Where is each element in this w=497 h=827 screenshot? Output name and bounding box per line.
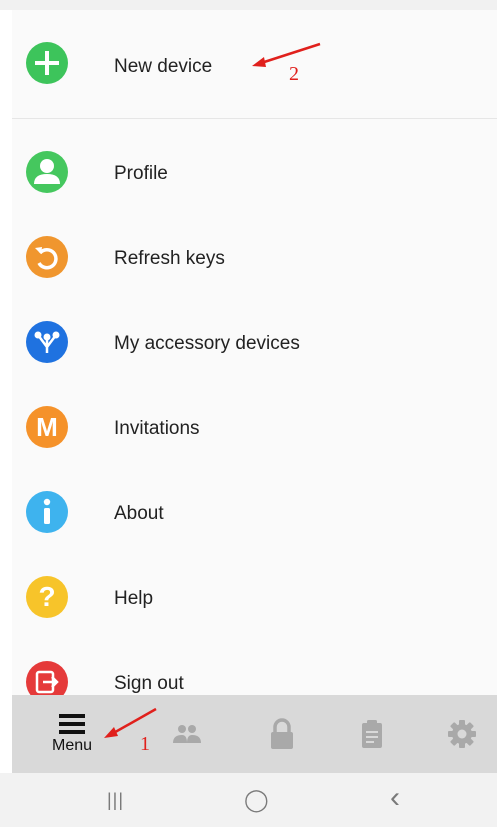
sign-out-icon	[26, 661, 68, 695]
icon-glyph: M	[36, 411, 58, 442]
annotation-arrow-1	[104, 707, 157, 738]
system-navigation-bar: ||| ◯ ‹	[0, 773, 497, 827]
recents-button[interactable]: |||	[107, 790, 124, 811]
menu-icon	[59, 714, 85, 734]
icon-glyph: ?	[38, 581, 56, 612]
menu-item-label: Profile	[114, 163, 168, 184]
refresh-icon	[26, 236, 68, 278]
plus-icon	[26, 42, 68, 84]
menu-item-label: About	[114, 503, 164, 524]
nav-lock[interactable]	[262, 695, 302, 773]
menu-item-sign-out[interactable]: Sign out	[12, 643, 497, 695]
menu-item-about[interactable]: About	[12, 473, 497, 553]
menu-item-label: New device	[114, 56, 213, 77]
menu-item-label: Sign out	[114, 673, 184, 694]
annotation-number-2: 2	[289, 63, 299, 85]
menu-panel: New device Profile Refresh keys My acces…	[12, 10, 497, 695]
question-icon: ?	[26, 576, 68, 618]
menu-item-help[interactable]: ? Help	[12, 558, 497, 638]
menu-item-accessory-devices[interactable]: My accessory devices	[12, 303, 497, 383]
menu-item-label: My accessory devices	[114, 333, 300, 354]
annotation-number-1: 1	[140, 733, 150, 755]
menu-item-label: Help	[114, 588, 154, 609]
nav-menu-label: Menu	[51, 737, 93, 754]
nav-menu[interactable]: Menu	[42, 695, 102, 773]
accessory-devices-icon	[26, 321, 68, 363]
menu-item-invitations[interactable]: M Invitations	[12, 388, 497, 468]
nav-people[interactable]	[164, 695, 210, 773]
clipboard-icon	[362, 720, 382, 748]
back-button[interactable]: ‹	[390, 781, 400, 815]
person-icon	[26, 151, 68, 193]
menu-item-profile[interactable]: Profile	[12, 133, 497, 213]
menu-item-refresh-keys[interactable]: Refresh keys	[12, 218, 497, 298]
letter-m-icon: M	[26, 406, 68, 448]
annotation-arrow-2	[252, 42, 321, 67]
menu-item-label: Invitations	[114, 418, 200, 439]
nav-clipboard[interactable]	[352, 695, 392, 773]
info-icon	[26, 491, 68, 533]
menu-item-label: Refresh keys	[114, 248, 225, 269]
nav-settings[interactable]	[442, 695, 482, 773]
bottom-navigation: Menu	[12, 695, 497, 773]
home-button[interactable]: ◯	[244, 787, 269, 813]
lock-icon	[271, 718, 293, 749]
people-icon	[173, 725, 201, 743]
status-strip	[0, 0, 497, 10]
gear-icon	[448, 720, 476, 748]
